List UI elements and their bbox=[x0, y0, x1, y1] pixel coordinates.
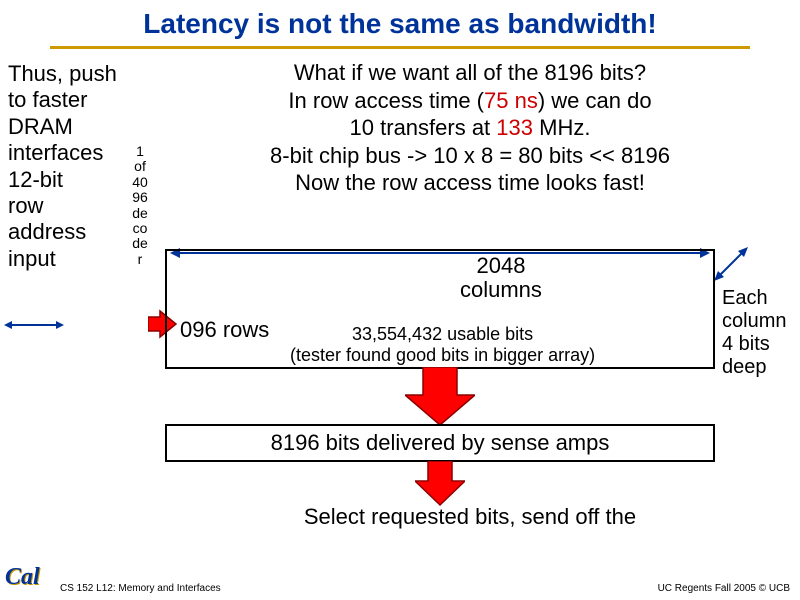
cols-word: columns bbox=[460, 278, 542, 302]
rows-label: 096 rows bbox=[180, 317, 269, 343]
l6: row bbox=[8, 193, 138, 219]
cal-text: Cal bbox=[5, 564, 40, 590]
d6: co bbox=[130, 221, 150, 236]
sense-amps-box: 8196 bits delivered by sense amps bbox=[165, 424, 715, 462]
d1: 1 bbox=[130, 144, 150, 159]
l4: interfaces bbox=[8, 140, 138, 166]
q3a: 10 transfers at bbox=[350, 115, 497, 140]
l1: Thus, push bbox=[8, 61, 138, 87]
d4: 96 bbox=[130, 190, 150, 205]
sense-text: 8196 bits delivered by sense amps bbox=[271, 430, 610, 456]
double-arrow-icon bbox=[4, 317, 64, 333]
d8: r bbox=[130, 252, 150, 267]
question-block: What if we want all of the 8196 bits? In… bbox=[190, 59, 750, 197]
each-column-label: Each column 4 bits deep bbox=[722, 287, 786, 379]
q1: What if we want all of the 8196 bits? bbox=[190, 59, 750, 87]
depth-arrow-icon bbox=[712, 245, 752, 285]
usable1: 33,554,432 usable bits bbox=[290, 324, 595, 345]
slide-title: Latency is not the same as bandwidth! bbox=[0, 0, 800, 44]
e1: Each bbox=[722, 287, 786, 310]
footer-left: CS 152 L12: Memory and Interfaces bbox=[60, 583, 221, 594]
l5: 12-bit bbox=[8, 167, 138, 193]
content-area: Thus, push to faster DRAM interfaces 12-… bbox=[0, 49, 800, 549]
arrow-down-icon bbox=[405, 367, 475, 427]
d2: of bbox=[130, 159, 150, 174]
cal-logo: Cal bbox=[5, 564, 55, 596]
arrow-down-icon bbox=[415, 461, 465, 507]
l8: input bbox=[8, 246, 138, 272]
columns-label: 2048 columns bbox=[460, 254, 542, 302]
usable2: (tester found good bits in bigger array) bbox=[290, 345, 595, 366]
usable-bits: 33,554,432 usable bits (tester found goo… bbox=[290, 324, 595, 365]
q3: 10 transfers at 133 MHz. bbox=[190, 114, 750, 142]
select-text: Select requested bits, send off the bbox=[220, 504, 720, 530]
decoder-label: 1 of 40 96 de co de r bbox=[130, 144, 150, 267]
e4: deep bbox=[722, 356, 786, 379]
l2: to faster bbox=[8, 87, 138, 113]
q4: 8-bit chip bus -> 10 x 8 = 80 bits << 81… bbox=[190, 142, 750, 170]
q3c: MHz. bbox=[539, 115, 590, 140]
q2c: ) we can do bbox=[538, 88, 652, 113]
q3b: 133 bbox=[496, 115, 539, 140]
d7: de bbox=[130, 236, 150, 251]
footer-right: UC Regents Fall 2005 © UCB bbox=[658, 583, 790, 594]
q2b: 75 ns bbox=[484, 88, 538, 113]
cols-num: 2048 bbox=[460, 254, 542, 278]
q5: Now the row access time looks fast! bbox=[190, 169, 750, 197]
d5: de bbox=[130, 206, 150, 221]
e3: 4 bits bbox=[722, 333, 786, 356]
e2: column bbox=[722, 310, 786, 333]
q2: In row access time (75 ns) we can do bbox=[190, 87, 750, 115]
q2a: In row access time ( bbox=[288, 88, 484, 113]
d3: 40 bbox=[130, 175, 150, 190]
left-commentary: Thus, push to faster DRAM interfaces 12-… bbox=[8, 61, 138, 272]
l3: DRAM bbox=[8, 114, 138, 140]
l7: address bbox=[8, 219, 138, 245]
